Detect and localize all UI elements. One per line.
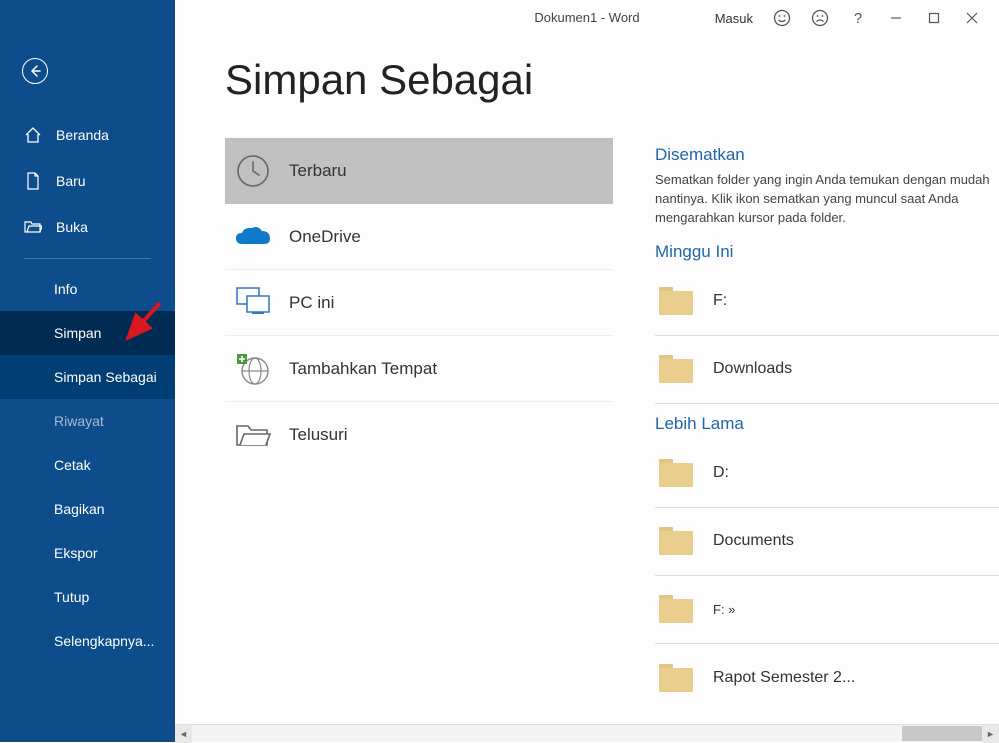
location-label: Terbaru [289,161,347,181]
location-thispc[interactable]: PC ini [225,270,613,336]
folder-column: Disematkan Sematkan folder yang ingin An… [655,145,999,722]
sidebar-item-ekspor[interactable]: Ekspor [0,531,175,575]
divider [24,258,151,259]
section-title: Minggu Ini [655,242,999,262]
minimize-button[interactable] [877,0,915,36]
location-addplace[interactable]: Tambahkan Tempat [225,336,613,402]
page-title: Simpan Sebagai [225,56,533,104]
home-icon [24,126,42,144]
older-section: Lebih Lama D: Documents F: » Rapot Semes… [655,414,999,712]
location-label: Telusuri [289,425,348,445]
smile-icon[interactable] [763,0,801,36]
folder-item[interactable]: D: [655,440,999,508]
folder-label: D: [713,464,729,482]
sidebar-item-label: Simpan [54,325,101,341]
main-area: Dokumen1 - Word Masuk ? Simpan Sebagai [175,0,999,742]
pinned-section: Disematkan Sematkan folder yang ingin An… [655,145,999,228]
sidebar-item-baru[interactable]: Baru [0,158,175,204]
sidebar: Beranda Baru Buka Info Simpan Simpan Seb… [0,0,175,742]
sidebar-item-riwayat[interactable]: Riwayat [0,399,175,443]
sidebar-item-simpan-sebagai[interactable]: Simpan Sebagai [0,355,175,399]
sidebar-item-beranda[interactable]: Beranda [0,112,175,158]
sidebar-item-selengkapnya[interactable]: Selengkapnya... [0,619,175,663]
scroll-track[interactable] [192,725,982,742]
location-label: OneDrive [289,227,361,247]
folder-icon [659,595,693,623]
folder-icon [659,355,693,383]
sidebar-item-label: Baru [56,173,86,189]
folder-icon [659,287,693,315]
folder-label: Documents [713,532,794,550]
folder-icon [659,459,693,487]
sad-icon[interactable] [801,0,839,36]
folder-icon [659,664,693,692]
folder-icon [659,527,693,555]
sidebar-item-label: Selengkapnya... [54,633,154,649]
folder-item[interactable]: F: » [655,576,999,644]
location-onedrive[interactable]: OneDrive [225,204,613,270]
folder-label: Rapot Semester 2... [713,669,855,687]
sidebar-item-label: Simpan Sebagai [54,369,157,385]
folder-label: F: » [713,602,735,617]
titlebar: Dokumen1 - Word Masuk ? [175,0,999,36]
location-label: Tambahkan Tempat [289,359,437,379]
scroll-left-button[interactable]: ◄ [175,725,192,743]
sidebar-item-bagikan[interactable]: Bagikan [0,487,175,531]
sidebar-item-tutup[interactable]: Tutup [0,575,175,619]
browse-folder-icon [233,415,273,455]
sidebar-item-label: Info [54,281,77,297]
scroll-right-button[interactable]: ► [982,725,999,743]
folder-item[interactable]: Downloads [655,336,999,404]
section-title: Lebih Lama [655,414,999,434]
back-arrow-icon [28,64,42,78]
sidebar-item-buka[interactable]: Buka [0,204,175,250]
document-title: Dokumen1 - Word [534,10,639,25]
sidebar-item-label: Riwayat [54,413,104,429]
folder-item[interactable]: F: [655,268,999,336]
sidebar-item-simpan[interactable]: Simpan [0,311,175,355]
pinned-description: Sematkan folder yang ingin Anda temukan … [655,171,999,228]
thisweek-section: Minggu Ini F: Downloads [655,242,999,404]
new-doc-icon [24,172,42,190]
sidebar-item-info[interactable]: Info [0,267,175,311]
close-button[interactable] [953,0,991,36]
add-place-icon [233,349,273,389]
location-list: Terbaru OneDrive PC ini Tambahkan Tempat… [225,138,613,468]
folder-item[interactable]: Rapot Semester 2... [655,644,999,712]
pc-icon [233,283,273,323]
help-icon[interactable]: ? [839,0,877,36]
sidebar-item-label: Cetak [54,457,91,473]
onedrive-icon [233,217,273,257]
open-folder-icon [24,218,42,236]
folder-item[interactable]: Documents [655,508,999,576]
sidebar-item-cetak[interactable]: Cetak [0,443,175,487]
scroll-thumb[interactable] [902,726,982,741]
sidebar-item-label: Ekspor [54,545,98,561]
sidebar-item-label: Beranda [56,127,109,143]
horizontal-scrollbar[interactable]: ◄ ► [175,724,999,742]
clock-icon [233,151,273,191]
back-button[interactable] [22,58,48,84]
section-title: Disematkan [655,145,999,165]
location-browse[interactable]: Telusuri [225,402,613,468]
location-label: PC ini [289,293,334,313]
folder-label: Downloads [713,360,792,378]
location-recent[interactable]: Terbaru [225,138,613,204]
folder-label: F: [713,292,727,310]
sidebar-item-label: Buka [56,219,88,235]
sidebar-item-label: Bagikan [54,501,105,517]
maximize-button[interactable] [915,0,953,36]
sidebar-item-label: Tutup [54,589,89,605]
signin-link[interactable]: Masuk [705,11,763,26]
